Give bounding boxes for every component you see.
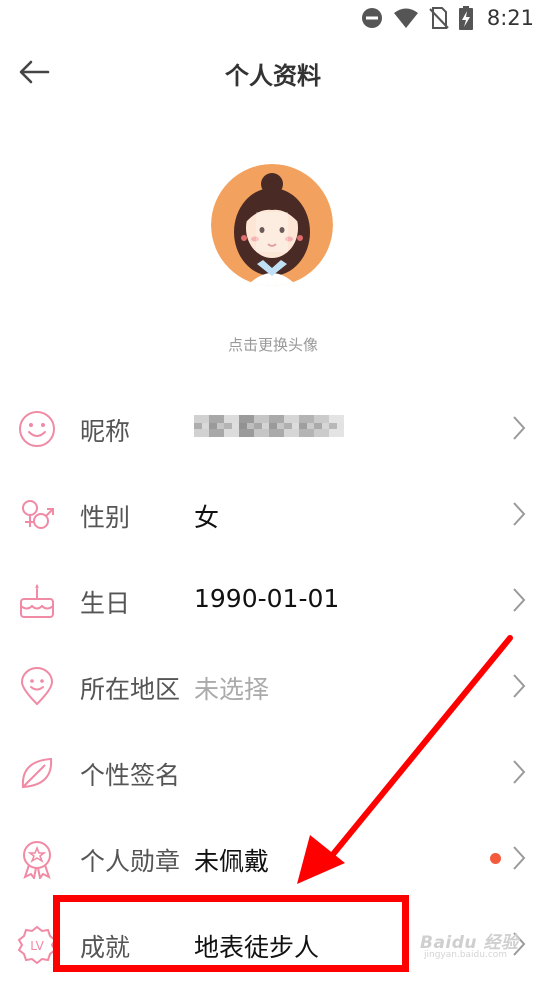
row-label-achievement: 成就 xyxy=(80,933,131,962)
level-badge-icon: LV xyxy=(17,925,57,965)
chevron-right-icon xyxy=(513,846,526,870)
row-label-medal: 个人勋章 xyxy=(80,847,181,876)
row-nickname[interactable]: 昵称 xyxy=(0,385,546,471)
nickname-value-obscured xyxy=(194,415,344,437)
status-time: 8:21 xyxy=(486,6,534,30)
row-value-achievement: 地表徒步人 xyxy=(194,933,320,962)
row-label-signature: 个性签名 xyxy=(80,761,181,790)
row-birthday[interactable]: 生日 1990-01-01 xyxy=(0,557,546,643)
row-label-birthday: 生日 xyxy=(80,589,131,618)
watermark-url: jingyan.baidu.com xyxy=(424,950,508,960)
location-pin-icon xyxy=(20,667,54,706)
chevron-right-icon xyxy=(513,502,526,526)
row-signature[interactable]: 个性签名 xyxy=(0,729,546,815)
do-not-disturb-icon xyxy=(361,8,382,28)
avatar[interactable] xyxy=(211,164,333,286)
row-value-gender: 女 xyxy=(194,503,220,532)
chevron-right-icon xyxy=(513,416,526,440)
row-value-birthday: 1990-01-01 xyxy=(194,584,340,613)
new-indicator-dot xyxy=(490,853,501,864)
chevron-right-icon xyxy=(513,674,526,698)
medal-icon xyxy=(23,841,51,879)
row-value-region: 未选择 xyxy=(194,675,270,704)
row-label-gender: 性别 xyxy=(80,503,131,532)
chevron-right-icon xyxy=(513,760,526,784)
header: 个人资料 xyxy=(0,40,546,102)
cake-icon xyxy=(20,584,54,618)
chevron-right-icon xyxy=(513,588,526,612)
gender-icon xyxy=(22,500,54,529)
battery-charging-icon xyxy=(458,6,473,30)
leaf-icon xyxy=(21,757,53,789)
svg-text:LV: LV xyxy=(30,939,44,953)
row-medal[interactable]: 个人勋章 未佩戴 xyxy=(0,815,546,901)
row-label-nickname: 昵称 xyxy=(80,417,131,446)
smiley-icon xyxy=(19,411,55,447)
wifi-icon xyxy=(393,8,418,28)
page-title: 个人资料 xyxy=(225,62,321,90)
status-bar: 8:21 xyxy=(0,0,546,36)
avatar-image xyxy=(211,164,333,286)
row-label-region: 所在地区 xyxy=(80,675,181,704)
avatar-hint: 点击更换头像 xyxy=(227,336,318,354)
row-gender[interactable]: 性别 女 xyxy=(0,471,546,557)
row-value-medal: 未佩戴 xyxy=(194,847,270,876)
row-region[interactable]: 所在地区 未选择 xyxy=(0,643,546,729)
no-sim-icon xyxy=(429,7,449,29)
